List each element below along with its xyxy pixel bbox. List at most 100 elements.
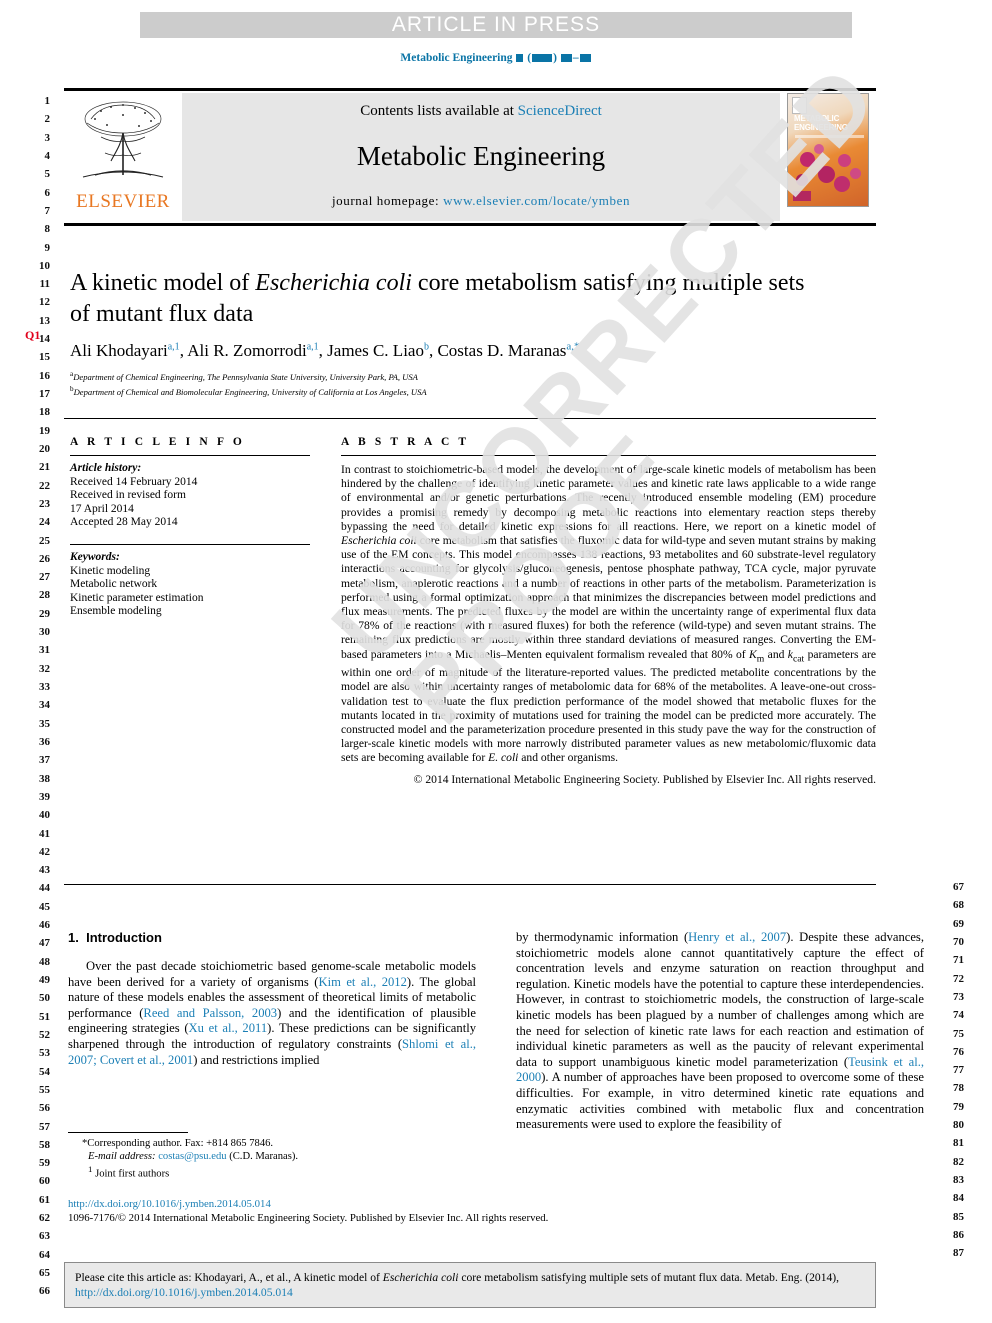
abstract-part5: and other organisms. [518,751,618,765]
please-cite-box: Please cite this article as: Khodayari, … [64,1262,876,1308]
line-number: 52 [39,1028,50,1041]
line-number: 27 [39,571,50,584]
line-number: 54 [39,1065,50,1078]
homepage-line: journal homepage: www.elsevier.com/locat… [332,193,630,209]
cover-title-line2: ENGINEERING [794,123,848,132]
cover-molecule-icon [838,154,851,167]
abstract-part4: parameters are within one order of magni… [341,647,876,765]
line-number: 64 [39,1248,50,1261]
keywords-rule [70,543,310,545]
query-marker-q1[interactable]: Q1 [25,328,40,343]
cover-molecule-icon [818,166,835,183]
line-number: 2 [44,113,51,126]
cite-doi-link[interactable]: http://dx.doi.org/10.1016/j.ymben.2014.0… [75,1286,293,1299]
line-number: 69 [953,917,964,930]
keyword-item: Ensemble modeling [70,605,162,618]
author-name: Ali R. Zomorrodi [187,340,307,360]
line-number: 15 [39,351,50,364]
affiliation-text: Department of Chemical and Biomolecular … [73,387,427,398]
line-number: 49 [39,974,50,986]
line-number: 73 [953,990,964,1003]
line-number: 57 [39,1120,50,1133]
redacted-block [532,54,553,63]
paragraph: Over the past decade stoichiometric base… [68,959,476,1068]
footnote-block: *Corresponding author. Fax: +814 865 784… [68,1132,476,1181]
email-link[interactable]: costas@psu.edu [158,1151,226,1162]
line-number: 78 [953,1082,964,1095]
line-number: 80 [953,1119,964,1132]
cover-molecule-icon [834,176,850,192]
line-number: 41 [39,827,50,840]
info-block-top-rule [64,418,876,419]
line-number: 60 [39,1175,50,1188]
line-number: 42 [39,845,50,858]
footnote-corresponding: *Corresponding author. Fax: +814 865 784… [82,1138,274,1149]
line-number: 33 [39,681,50,693]
journal-cover-thumbnail: METABOLIC ENGINEERING [787,93,869,207]
author-entry: James C. Liaob, [327,341,437,360]
line-number: 29 [39,607,50,620]
body-column-right: by thermodynamic information (Henry et a… [516,930,924,1133]
line-number: 70 [953,935,964,948]
journal-homepage-link[interactable]: www.elsevier.com/locate/ymben [443,193,630,208]
line-number: 46 [39,919,50,932]
line-number: 35 [39,717,50,730]
history-item: Accepted 28 May 2014 [70,516,178,529]
author-affil-mark[interactable]: a,1 [168,341,180,352]
author-affil-mark[interactable]: a,1 [307,341,319,352]
author-name: Costas D. Maranas [437,340,567,360]
line-number: 71 [953,954,964,967]
line-number: 3 [44,131,51,144]
line-number: 39 [39,790,50,803]
line-number: 22 [39,479,50,492]
affiliation-item: aDepartment of Chemical Engineering, The… [70,368,860,383]
line-number: 62 [39,1212,50,1225]
doi-link[interactable]: http://dx.doi.org/10.1016/j.ymben.2014.0… [68,1198,271,1210]
article-history-label: Article history: [70,462,142,474]
title-part1: A kinetic model of [70,270,256,296]
citation-link[interactable]: Henry et al., 2007 [688,930,786,944]
footnote-joint-authors: 1 Joint first authors [68,1163,476,1181]
cover-molecule-icon [850,168,861,179]
section-title: Introduction [86,930,162,945]
line-number: 17 [39,388,50,400]
line-number: 11 [39,278,50,291]
citation-link[interactable]: Kim et al., 2012 [318,975,406,989]
page-title: A kinetic model of Escherichia coli core… [70,268,830,330]
line-number: 50 [39,992,50,1005]
affiliation-text: Department of Chemical Engineering, The … [73,371,418,382]
line-number: 8 [44,223,51,236]
affiliation-item: bDepartment of Chemical and Biomolecular… [70,383,860,398]
line-number: 4 [44,149,51,162]
info-block-bottom-rule [64,884,876,885]
line-number: 68 [953,899,964,912]
article-page: ARTICLE IN PRESS Metabolic Engineering (… [0,0,992,1323]
cover-molecule-icon [796,174,808,186]
corresponding-author-mark[interactable]: a,* [566,340,579,352]
running-head-journal: Metabolic Engineering [400,52,513,64]
citation-link[interactable]: Reed and Palsson, 2003 [143,1006,277,1020]
line-number: 16 [39,369,50,382]
line-number: 72 [953,972,964,985]
article-info-block: A R T I C L E I N F O Article history: R… [70,436,310,619]
line-number: 7 [44,204,51,217]
line-number: 45 [39,900,50,913]
keyword-item: Kinetic parameter estimation [70,591,204,604]
line-number: 32 [39,662,50,675]
cover-publisher-logo-icon [792,97,807,114]
sciencedirect-link[interactable]: ScienceDirect [518,103,602,119]
citation-link[interactable]: Xu et al., 2011 [189,1021,268,1035]
line-number: 5 [44,168,51,181]
cite-prefix: Please cite this article as: Khodayari, … [75,1271,383,1284]
line-number: 67 [953,881,964,893]
running-head: Metabolic Engineering () – [0,52,992,64]
redacted-block [560,54,572,63]
line-number: 85 [953,1210,964,1223]
line-number: 81 [953,1137,964,1150]
footnote-email: E-mail address: costas@psu.edu (C.D. Mar… [68,1150,476,1163]
line-number: 48 [39,955,50,968]
contents-line: Contents lists available at ScienceDirec… [360,103,602,120]
line-number: 40 [39,809,50,822]
cover-molecule-icon [800,152,815,167]
cite-middle: core metabolism satisfying multiple sets… [458,1271,840,1284]
